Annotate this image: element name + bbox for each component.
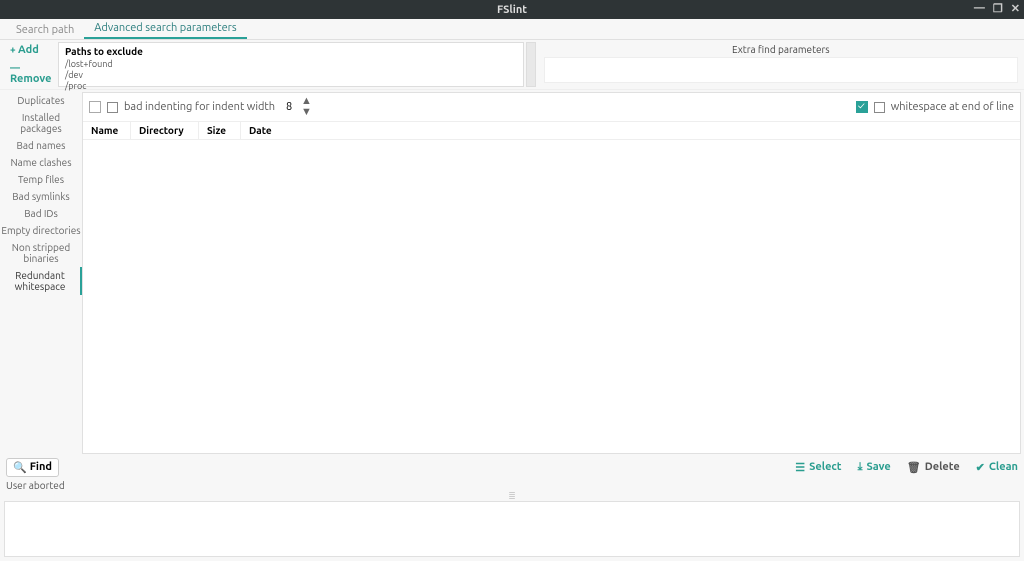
window-title: FSlint	[497, 4, 527, 16]
window-controls: — ❐ ✕	[974, 2, 1020, 15]
parameters-row: + Add — Remove Paths to exclude /lost+fo…	[0, 40, 1024, 90]
search-icon: 🔍	[13, 461, 27, 474]
sidebar-item-empty-directories[interactable]: Empty directories	[0, 222, 82, 239]
paths-exclude-list[interactable]: Paths to exclude /lost+found /dev /proc	[58, 42, 524, 87]
sidebar-item-non-stripped-binaries[interactable]: Non stripped binaries	[0, 239, 82, 267]
bottom-toolbar: 🔍 Find ☰ Select ⤓ Save 🗑 Delete ✔ Clean	[0, 456, 1024, 478]
eol-whitespace-checkbox[interactable]	[856, 101, 868, 113]
sidebar-item-bad-names[interactable]: Bad names	[0, 137, 82, 154]
save-icon: ⤓	[858, 461, 863, 474]
exclude-item[interactable]: /dev	[65, 70, 517, 81]
sidebar-item-name-clashes[interactable]: Name clashes	[0, 154, 82, 171]
delete-button[interactable]: 🗑 Delete	[907, 461, 960, 474]
sidebar-item-temp-files[interactable]: Temp files	[0, 171, 82, 188]
extra-find-parameters: Extra find parameters	[538, 40, 1024, 89]
extra-heading: Extra find parameters	[544, 42, 1018, 57]
select-button[interactable]: ☰ Select	[795, 461, 841, 474]
select-icon: ☰	[795, 461, 805, 474]
add-remove-column: + Add — Remove	[0, 40, 56, 89]
splitter-grip[interactable]: ≣	[0, 493, 1024, 499]
main-area: Duplicates Installed packages Bad names …	[0, 90, 1024, 456]
content-panel: bad indenting for indent width ▲ ▼ white…	[82, 92, 1021, 454]
spinner-arrows[interactable]: ▲ ▼	[301, 96, 312, 118]
options-row: bad indenting for indent width ▲ ▼ white…	[83, 93, 1020, 122]
exclude-scrollbar[interactable]	[526, 42, 536, 87]
clean-button[interactable]: ✔ Clean	[976, 461, 1018, 474]
indent-width-input[interactable]	[281, 101, 297, 113]
sidebar-item-bad-ids[interactable]: Bad IDs	[0, 205, 82, 222]
minimize-icon[interactable]: —	[974, 2, 985, 15]
close-icon[interactable]: ✕	[1011, 2, 1020, 15]
remove-button[interactable]: — Remove	[10, 62, 56, 85]
col-size[interactable]: Size	[199, 122, 241, 139]
exclude-item[interactable]: /lost+found	[65, 59, 517, 70]
paths-exclude-heading: Paths to exclude	[65, 46, 517, 57]
find-button[interactable]: 🔍 Find	[6, 458, 59, 477]
results-table-body[interactable]	[83, 140, 1020, 453]
trash-icon: 🗑	[907, 461, 921, 474]
tab-search-path[interactable]: Search path	[6, 21, 84, 39]
tab-width-icon	[107, 102, 118, 113]
add-button[interactable]: + Add	[10, 44, 56, 56]
restore-icon[interactable]: ❐	[993, 2, 1003, 15]
indenting-checkbox[interactable]	[89, 101, 101, 113]
category-sidebar: Duplicates Installed packages Bad names …	[0, 90, 82, 456]
indent-width-spinner[interactable]: ▲ ▼	[281, 96, 312, 118]
tab-advanced-search[interactable]: Advanced search parameters	[84, 19, 246, 39]
chevron-down-icon[interactable]: ▼	[301, 107, 312, 118]
results-table-header: Name Directory Size Date	[83, 122, 1020, 140]
sidebar-item-duplicates[interactable]: Duplicates	[0, 92, 82, 109]
eol-label: whitespace at end of line	[891, 101, 1014, 113]
eol-icon	[874, 102, 885, 113]
broom-icon: ✔	[976, 461, 985, 474]
col-directory[interactable]: Directory	[131, 122, 199, 139]
output-panel[interactable]	[4, 501, 1020, 557]
sidebar-item-installed-packages[interactable]: Installed packages	[0, 109, 82, 137]
extra-find-input[interactable]	[544, 57, 1018, 83]
col-name[interactable]: Name	[83, 122, 131, 139]
sidebar-item-redundant-whitespace[interactable]: Redundant whitespace	[0, 267, 82, 295]
col-date[interactable]: Date	[241, 122, 289, 139]
indenting-label: bad indenting for indent width	[124, 101, 275, 113]
window-titlebar: FSlint — ❐ ✕	[0, 0, 1024, 19]
save-button[interactable]: ⤓ Save	[858, 461, 891, 474]
sidebar-item-bad-symlinks[interactable]: Bad symlinks	[0, 188, 82, 205]
main-tabs: Search path Advanced search parameters	[0, 19, 1024, 40]
